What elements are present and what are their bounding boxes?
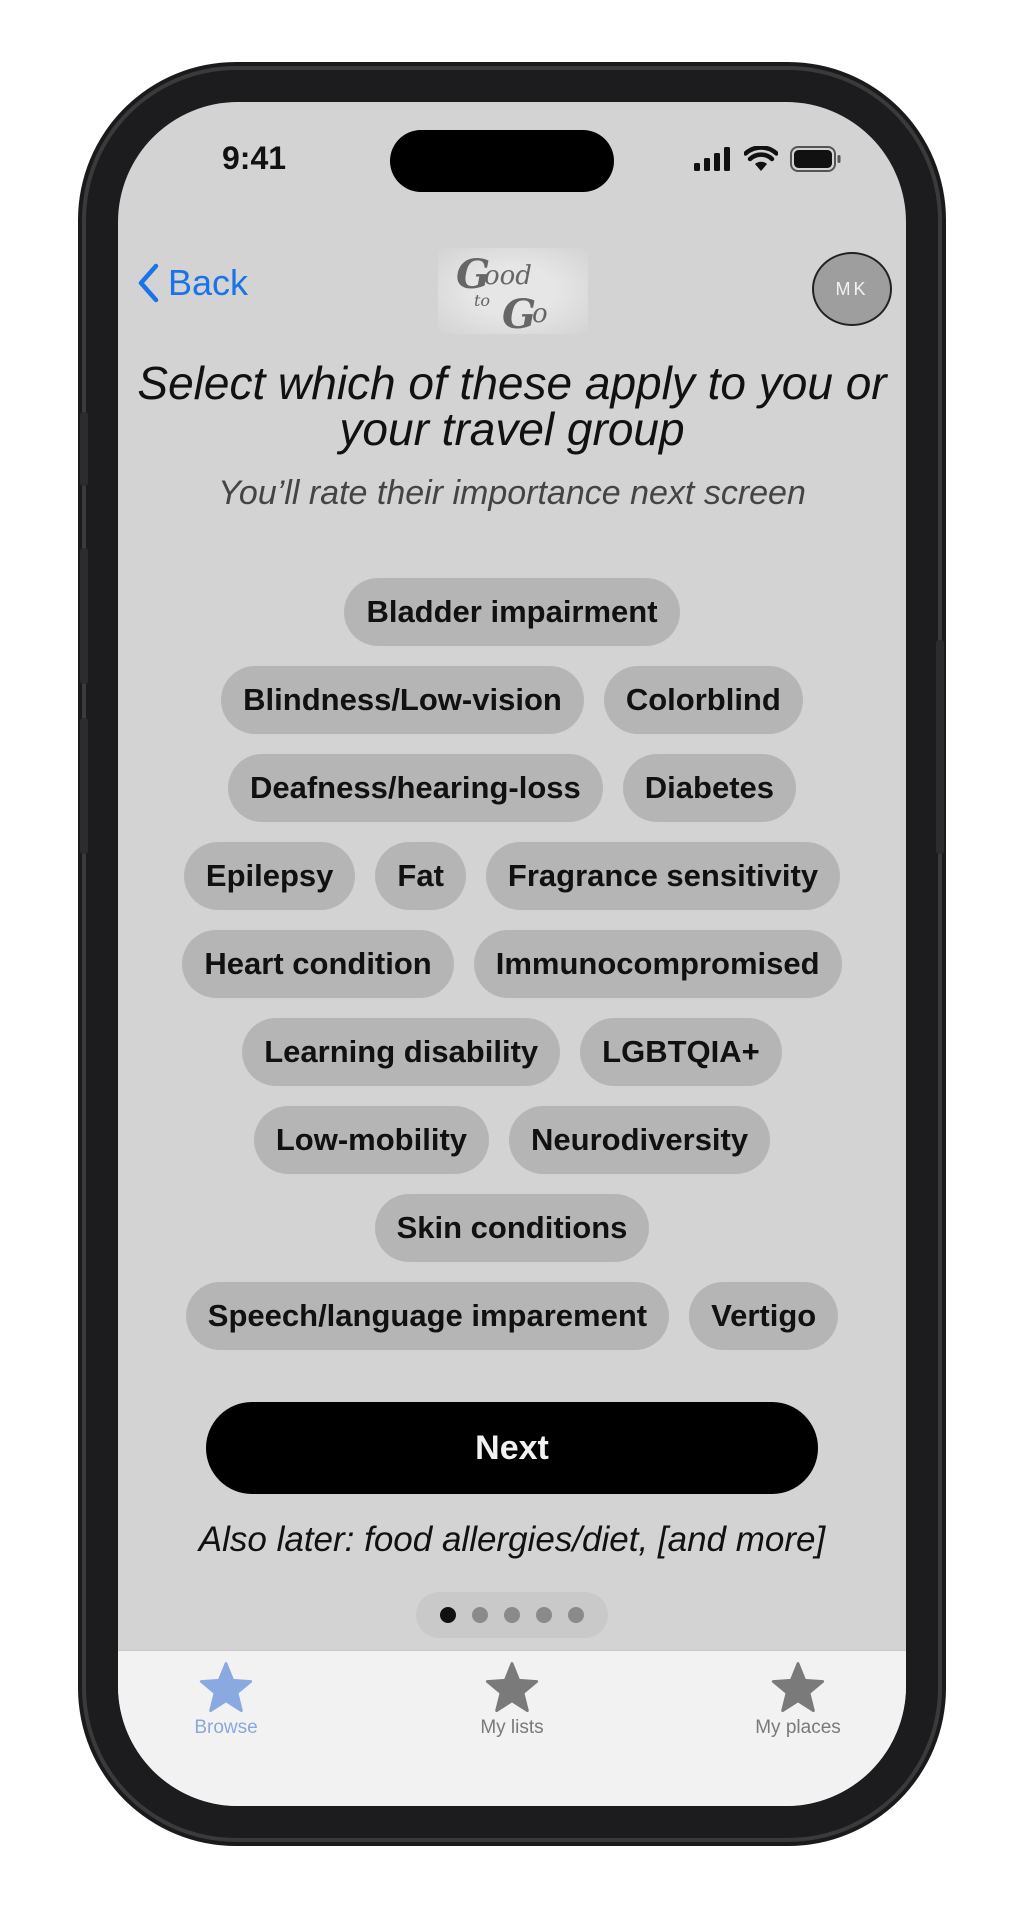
volume-down-button [80, 718, 88, 854]
later-note: Also later: food allergies/diet, [and mo… [198, 1520, 826, 1559]
action-button [80, 412, 88, 486]
tab-browse[interactable]: Browse [126, 1661, 326, 1739]
app-logo: G ood to G o [438, 248, 588, 334]
chip-row: Bladder impairment [344, 578, 680, 646]
star-icon [771, 1662, 825, 1713]
tab-my-lists[interactable]: My lists [412, 1661, 612, 1739]
chip-lgbtqia[interactable]: LGBTQIA+ [580, 1018, 782, 1086]
star-icon [485, 1662, 539, 1713]
chip-fragrance-sensitivity[interactable]: Fragrance sensitivity [485, 842, 841, 910]
signal-icon [694, 147, 730, 171]
page-dot [568, 1607, 584, 1623]
page-subtitle: You’ll rate their importance next screen [218, 474, 806, 512]
tab-my-places[interactable]: My places [698, 1661, 898, 1739]
logo-wordmark: G ood to G o [456, 251, 548, 334]
chip-low-mobility[interactable]: Low-mobility [253, 1106, 490, 1174]
chip-row: Speech/language imparement Vertigo [185, 1282, 839, 1350]
chip-heart-condition[interactable]: Heart condition [182, 930, 454, 998]
svg-text:ood: ood [484, 261, 532, 291]
back-label: Back [168, 262, 249, 303]
phone-screen: 9:41 Back G ood to G o MK Select which o… [118, 102, 906, 1806]
wifi-icon [744, 146, 778, 171]
chip-speech-language-impairment[interactable]: Speech/language imparement [185, 1282, 670, 1350]
tab-label: My lists [480, 1717, 544, 1738]
chip-epilepsy[interactable]: Epilepsy [183, 842, 356, 910]
svg-text:o: o [532, 299, 548, 329]
page-dot-active [440, 1607, 456, 1623]
condition-chip-group: Bladder impairment Blindness/Low-vision … [138, 578, 886, 1350]
tab-bar: Browse My lists My places [118, 1650, 906, 1806]
svg-text:to: to [474, 291, 490, 310]
chip-row: Deafness/hearing-loss Diabetes [227, 754, 797, 822]
status-time: 9:41 [222, 140, 287, 176]
chip-diabetes[interactable]: Diabetes [622, 754, 797, 822]
chip-row: Heart condition Immunocompromised [182, 930, 842, 998]
chip-fat[interactable]: Fat [375, 842, 466, 910]
power-button [936, 640, 944, 854]
star-icon [199, 1662, 253, 1713]
chevron-left-icon [138, 263, 159, 303]
back-button[interactable]: Back [136, 262, 248, 304]
chip-blindness-low-vision[interactable]: Blindness/Low-vision [221, 666, 584, 734]
chip-row: Low-mobility Neurodiversity [253, 1106, 771, 1174]
page-dot [504, 1607, 520, 1623]
chip-learning-disability[interactable]: Learning disability [242, 1018, 561, 1086]
dynamic-island [390, 130, 614, 192]
next-button[interactable]: Next [206, 1402, 818, 1494]
page-dot [536, 1607, 552, 1623]
chip-row: Skin conditions [374, 1194, 650, 1262]
battery-icon [790, 146, 841, 172]
avatar[interactable]: MK [812, 252, 892, 326]
volume-up-button [80, 548, 88, 684]
page-title: Select which of these apply to you or yo… [137, 357, 887, 455]
status-icons [694, 146, 842, 172]
chip-row: Learning disability LGBTQIA+ [242, 1018, 782, 1086]
chip-bladder-impairment[interactable]: Bladder impairment [344, 578, 680, 646]
chip-neurodiversity[interactable]: Neurodiversity [509, 1106, 771, 1174]
page-dot [472, 1607, 488, 1623]
chip-row: Epilepsy Fat Fragrance sensitivity [183, 842, 841, 910]
tab-label: Browse [194, 1717, 258, 1738]
tab-label: My places [755, 1717, 841, 1738]
chip-deafness-hearing-loss[interactable]: Deafness/hearing-loss [227, 754, 603, 822]
chip-vertigo[interactable]: Vertigo [689, 1282, 839, 1350]
chip-skin-conditions[interactable]: Skin conditions [374, 1194, 650, 1262]
chip-colorblind[interactable]: Colorblind [603, 666, 803, 734]
chip-row: Blindness/Low-vision Colorblind [221, 666, 803, 734]
page-indicator[interactable] [416, 1592, 608, 1638]
chip-immunocompromised[interactable]: Immunocompromised [473, 930, 842, 998]
